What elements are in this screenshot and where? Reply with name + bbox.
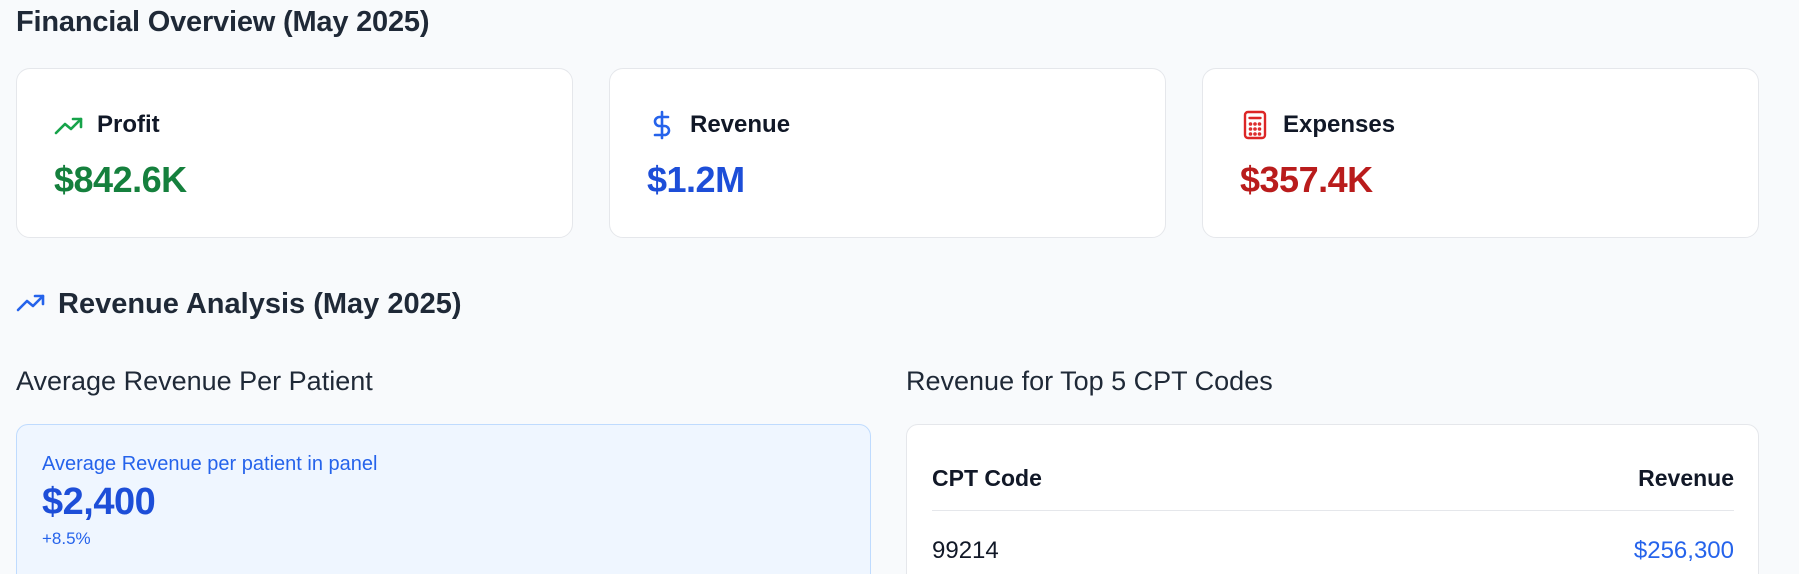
trending-up-icon: [53, 109, 85, 141]
dollar-sign-icon: [646, 109, 678, 141]
revenue-card-header: Revenue: [646, 109, 790, 141]
cpt-code-cell: 99214: [932, 537, 999, 564]
avg-revenue-value: $2,400: [42, 481, 156, 523]
profit-card-header: Profit: [53, 109, 160, 141]
cpt-section-title: Revenue for Top 5 CPT Codes: [906, 366, 1273, 396]
expenses-label: Expenses: [1283, 111, 1396, 138]
cpt-table-card: CPT Code Revenue 99214 $256,300: [906, 424, 1759, 574]
cpt-table-header: CPT Code Revenue: [932, 465, 1734, 511]
profit-card: Profit $842.6K: [16, 68, 573, 238]
financial-dashboard: Financial Overview (May 2025) Profit $84…: [0, 0, 1799, 574]
avg-revenue-change: +8.5%: [42, 529, 91, 548]
cpt-revenue-cell: $256,300: [1633, 537, 1734, 564]
financial-overview-title: Financial Overview (May 2025): [16, 6, 430, 38]
avg-revenue-section-title: Average Revenue Per Patient: [16, 366, 373, 396]
calculator-icon: [1239, 109, 1271, 141]
revenue-column-header: Revenue: [1638, 465, 1734, 491]
expenses-card-header: Expenses: [1239, 109, 1395, 141]
revenue-value: $1.2M: [647, 159, 745, 200]
cpt-code-column-header: CPT Code: [932, 465, 1042, 491]
profit-label: Profit: [97, 111, 160, 138]
revenue-card: Revenue $1.2M: [609, 68, 1166, 238]
trending-up-icon: [16, 291, 46, 318]
avg-revenue-card: Average Revenue per patient in panel $2,…: [16, 424, 871, 574]
expenses-value: $357.4K: [1240, 159, 1373, 200]
table-row: 99214 $256,300: [932, 537, 1734, 565]
expenses-card: Expenses $357.4K: [1202, 68, 1759, 238]
profit-value: $842.6K: [54, 159, 187, 200]
avg-revenue-caption: Average Revenue per patient in panel: [42, 453, 378, 475]
revenue-analysis-title: Revenue Analysis (May 2025): [58, 288, 462, 320]
revenue-label: Revenue: [690, 111, 791, 138]
revenue-analysis-header: Revenue Analysis (May 2025): [16, 288, 462, 321]
